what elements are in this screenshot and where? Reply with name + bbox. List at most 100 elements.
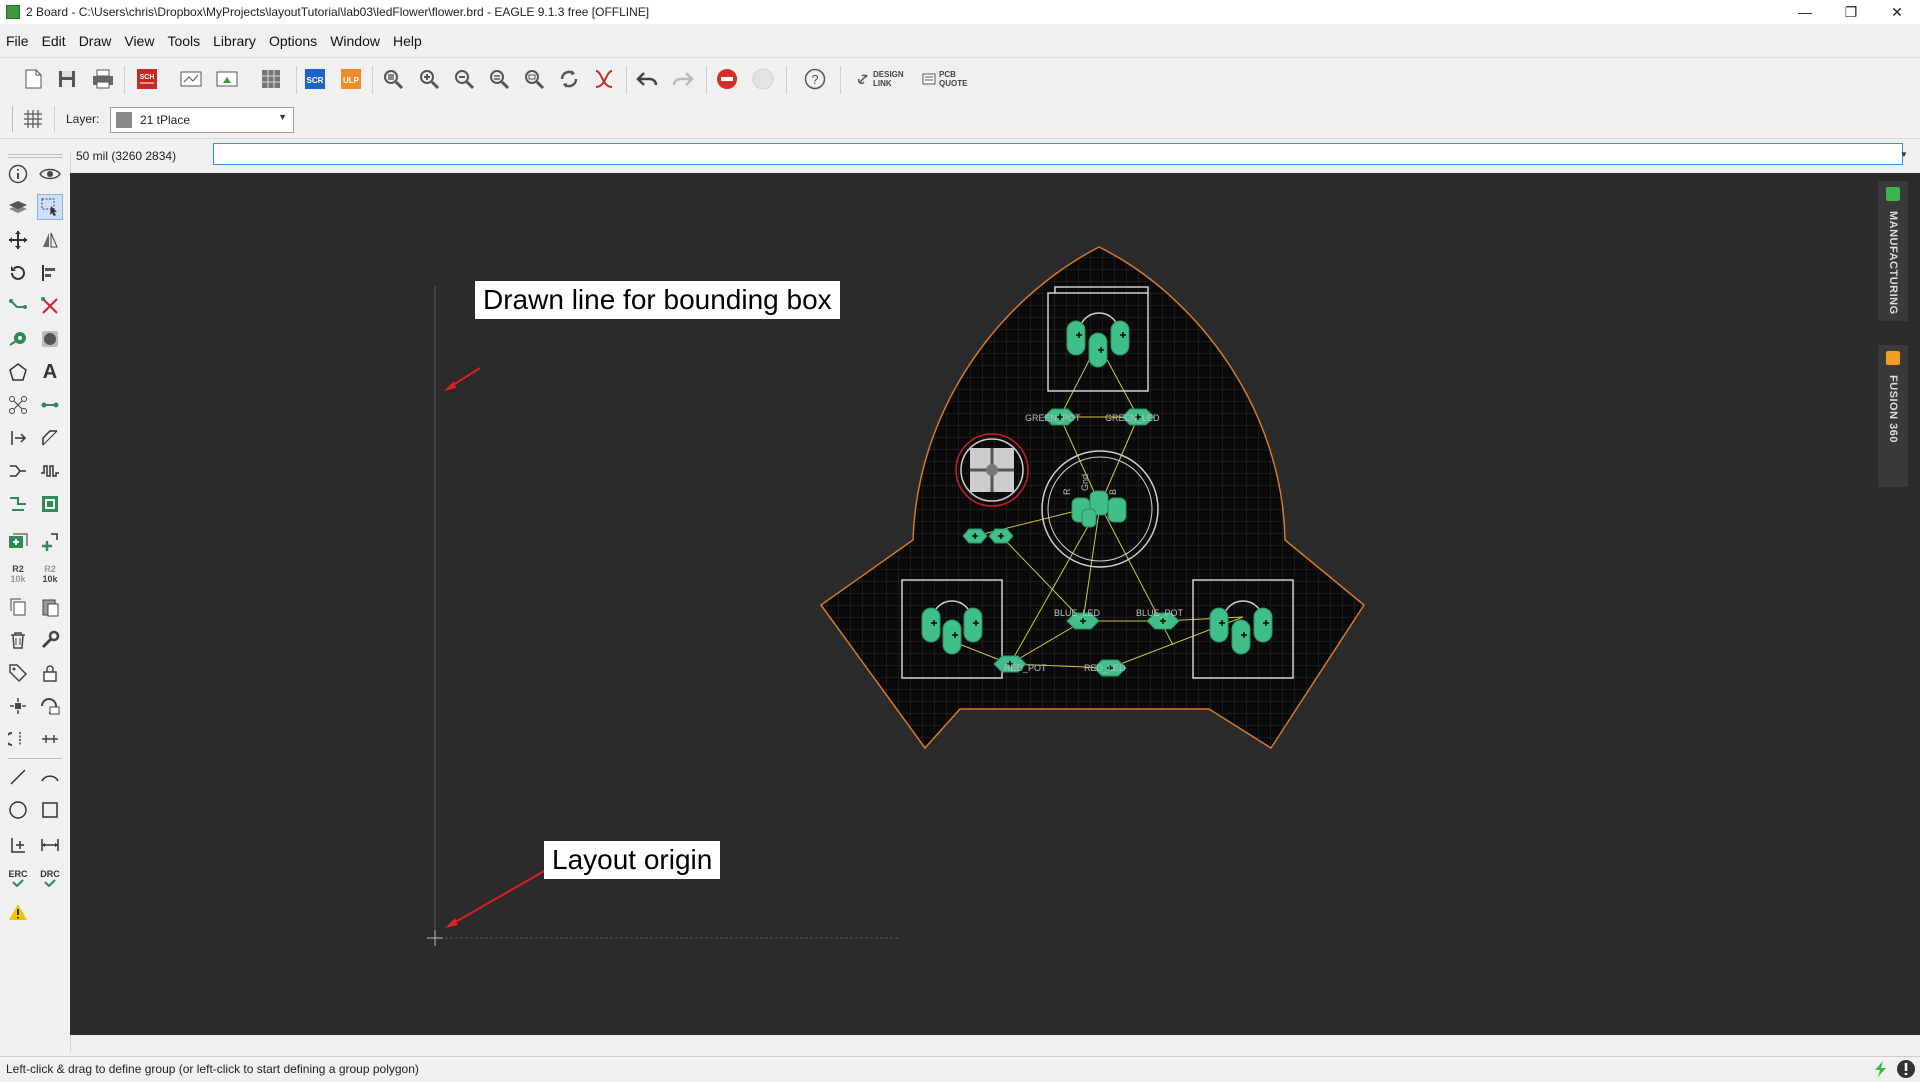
menu-help[interactable]: Help bbox=[387, 33, 429, 49]
menu-view[interactable]: View bbox=[118, 33, 161, 49]
pcb-quote-label-1: PCB bbox=[939, 70, 956, 79]
pcb-quote-button[interactable]: PCB QUOTE bbox=[922, 70, 967, 88]
drc-icon[interactable]: DRC bbox=[37, 865, 63, 891]
align-icon[interactable] bbox=[37, 260, 63, 286]
window-title: 2 Board - C:\Users\chris\Dropbox\MyProje… bbox=[26, 5, 650, 19]
line-tool-icon[interactable] bbox=[5, 764, 31, 790]
zoom-fit-icon[interactable] bbox=[380, 66, 406, 92]
text-tool-icon[interactable]: A bbox=[37, 359, 63, 385]
grid-icon[interactable] bbox=[20, 106, 46, 132]
join-icon[interactable] bbox=[37, 726, 63, 752]
zoom-select-icon[interactable] bbox=[521, 66, 547, 92]
export-board-icon[interactable] bbox=[214, 66, 240, 92]
menu-edit[interactable]: Edit bbox=[36, 33, 73, 49]
attribute-icon[interactable] bbox=[5, 660, 31, 686]
split-icon[interactable] bbox=[5, 458, 31, 484]
paste-icon[interactable] bbox=[37, 594, 63, 620]
value-tool-icon[interactable]: R2 10k bbox=[37, 561, 63, 587]
label-red-led: RED_LED bbox=[1084, 663, 1126, 673]
net-icon[interactable] bbox=[5, 392, 31, 418]
stop-icon[interactable] bbox=[714, 66, 740, 92]
zoom-out-icon[interactable] bbox=[451, 66, 477, 92]
new-file-icon[interactable] bbox=[20, 66, 46, 92]
alert-icon[interactable] bbox=[1896, 1059, 1916, 1079]
move-icon[interactable] bbox=[5, 227, 31, 253]
rotate-icon[interactable] bbox=[5, 260, 31, 286]
undo-icon[interactable] bbox=[634, 66, 660, 92]
meander-icon[interactable] bbox=[37, 458, 63, 484]
zoom-previous-icon[interactable] bbox=[486, 66, 512, 92]
circle-tool-icon[interactable] bbox=[5, 797, 31, 823]
smash-icon[interactable] bbox=[5, 693, 31, 719]
route-icon[interactable] bbox=[5, 293, 31, 319]
optimize-icon[interactable] bbox=[37, 693, 63, 719]
zoom-in-icon[interactable] bbox=[416, 66, 442, 92]
autorouter-icon[interactable] bbox=[5, 491, 31, 517]
add-part-icon[interactable] bbox=[5, 528, 31, 554]
cam-icon[interactable] bbox=[178, 66, 204, 92]
show-icon[interactable] bbox=[37, 161, 63, 187]
ulp-icon[interactable]: ULP bbox=[338, 66, 364, 92]
signal-icon[interactable] bbox=[37, 392, 63, 418]
slice-icon[interactable] bbox=[5, 726, 31, 752]
command-input[interactable] bbox=[213, 143, 1903, 165]
delete-icon[interactable] bbox=[5, 627, 31, 653]
copy-icon[interactable] bbox=[5, 594, 31, 620]
redo-icon[interactable] bbox=[670, 66, 696, 92]
minimize-button[interactable]: — bbox=[1782, 0, 1828, 24]
ripup-tool-icon[interactable] bbox=[37, 293, 63, 319]
change-icon[interactable] bbox=[37, 627, 63, 653]
erc-icon[interactable]: ERC bbox=[5, 865, 31, 891]
group-icon[interactable] bbox=[37, 194, 63, 220]
menu-file[interactable]: File bbox=[0, 33, 36, 49]
menu-tools[interactable]: Tools bbox=[161, 33, 207, 49]
info-icon[interactable] bbox=[5, 161, 31, 187]
close-button[interactable]: ✕ bbox=[1874, 0, 1920, 24]
menu-draw[interactable]: Draw bbox=[73, 33, 119, 49]
cam-processor-icon[interactable] bbox=[258, 66, 284, 92]
layers-icon[interactable] bbox=[5, 194, 31, 220]
menu-options[interactable]: Options bbox=[263, 33, 324, 49]
menu-library[interactable]: Library bbox=[207, 33, 263, 49]
mark-icon[interactable] bbox=[5, 832, 31, 858]
save-icon[interactable] bbox=[54, 66, 80, 92]
ripup-icon[interactable] bbox=[591, 66, 617, 92]
lock-icon[interactable] bbox=[37, 660, 63, 686]
via-icon[interactable] bbox=[5, 326, 31, 352]
print-icon[interactable] bbox=[90, 66, 116, 92]
sch-label: SCH bbox=[140, 74, 155, 81]
label-green-led: GREEN_LED bbox=[1105, 413, 1160, 423]
board-canvas[interactable]: GREEN_POT GREEN_LED BLUE_LED BLUE_POT RE… bbox=[70, 173, 1906, 1035]
replace-part-icon[interactable] bbox=[37, 528, 63, 554]
title-bar: 2 Board - C:\Users\chris\Dropbox\MyProje… bbox=[0, 0, 1920, 24]
lightning-icon[interactable] bbox=[1872, 1060, 1890, 1078]
label-green-pot: GREEN_POT bbox=[1025, 413, 1081, 423]
warning-icon[interactable] bbox=[5, 899, 31, 925]
go-icon[interactable] bbox=[750, 66, 776, 92]
vertical-scrollbar[interactable] bbox=[1914, 173, 1920, 1035]
miter-icon[interactable] bbox=[37, 425, 63, 451]
schematic-icon[interactable]: SCH bbox=[134, 66, 160, 92]
script-icon[interactable]: SCR bbox=[302, 66, 328, 92]
dimension-icon[interactable] bbox=[37, 832, 63, 858]
rectangle-tool-icon[interactable] bbox=[37, 797, 63, 823]
annotation-arrows bbox=[444, 367, 547, 928]
design-link-button[interactable]: DESIGN LINK bbox=[856, 70, 904, 88]
layer-select[interactable]: 21 tPlace ▼ bbox=[110, 107, 294, 133]
manufacturing-tab[interactable]: MANUFACTURING bbox=[1878, 181, 1908, 321]
swap-icon[interactable] bbox=[5, 425, 31, 451]
redraw-icon[interactable] bbox=[556, 66, 582, 92]
menu-window[interactable]: Window bbox=[324, 33, 387, 49]
polygon-icon[interactable] bbox=[5, 359, 31, 385]
fusion-360-tab[interactable]: FUSION 360 bbox=[1878, 345, 1908, 487]
label-blue-led: BLUE_LED bbox=[1054, 608, 1101, 618]
restore-button[interactable]: ❐ bbox=[1828, 0, 1874, 24]
help-icon[interactable]: ? bbox=[802, 66, 828, 92]
name-tool-icon[interactable]: R2 10k bbox=[5, 561, 31, 587]
mirror-icon[interactable] bbox=[37, 227, 63, 253]
arc-tool-icon[interactable] bbox=[37, 764, 63, 790]
command-history-chevron-icon[interactable]: ▼ bbox=[1900, 150, 1908, 159]
label-red-pot: RED_POT bbox=[1004, 663, 1047, 673]
ratsnest-icon[interactable] bbox=[37, 491, 63, 517]
pad-icon[interactable] bbox=[37, 326, 63, 352]
